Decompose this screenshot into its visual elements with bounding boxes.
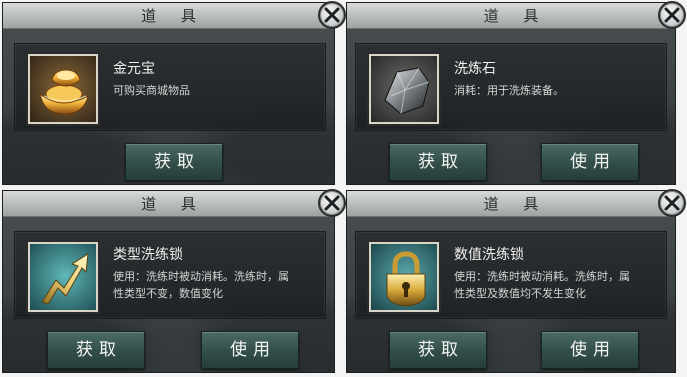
item-description-line: 性类型不变，数值变化 [113,287,223,300]
item-name: 金元宝 [113,61,155,77]
use-button[interactable]: 使用 [541,143,639,181]
item-info-box: 数值洗练锁 使用：洗练时被动消耗。洗练时，属 性类型及数值均不发生变化 [355,231,667,319]
item-icon-frame [28,242,98,312]
obtain-button[interactable]: 获取 [389,143,487,181]
item-info-box: 洗炼石 消耗：用于洗炼装备。 [355,43,667,131]
item-name: 洗炼石 [454,61,496,77]
item-description-line: 性类型及数值均不发生变化 [454,287,586,300]
refining-stone-icon [371,56,437,122]
item-info-box: 类型洗练锁 使用：洗练时被动消耗。洗练时，属 性类型不变，数值变化 [14,231,326,319]
item-name: 类型洗练锁 [113,247,183,263]
item-name: 数值洗练锁 [454,247,524,263]
item-description: 使用：洗练时被动消耗。洗练时，属 性类型及数值均不发生变化 [454,268,664,302]
panel-title: 道 具 [3,191,334,217]
item-description: 使用：洗练时被动消耗。洗练时，属 性类型不变，数值变化 [113,268,323,302]
item-panel-value-refine-lock: 道 具 数值洗练锁 使用：洗练时被动消耗。洗练时，属 性类型及数值均不发生变化 … [346,190,676,373]
gold-ingot-icon [30,56,96,122]
close-button[interactable] [658,1,686,29]
item-panel-type-refine-lock: 道 具 类型洗练锁 使用：洗练时被动消耗。洗练时，属 性类型不变，数值变化 获取… [2,190,335,373]
close-icon [324,195,340,211]
type-lock-arrow-icon [30,244,96,310]
item-icon-frame [28,54,98,124]
panel-title: 道 具 [3,3,334,29]
item-icon-frame [369,54,439,124]
obtain-button[interactable]: 获取 [47,331,145,369]
item-description: 可购买商城物品 [113,84,190,97]
close-button[interactable] [318,1,346,29]
item-info-box: 金元宝 可购买商城物品 [14,43,326,131]
item-panel-gold-ingot: 道 具 金元宝 可购买商城物品 获取 [2,2,335,185]
item-description: 消耗：用于洗炼装备。 [454,84,564,97]
item-icon-frame [369,242,439,312]
panel-title: 道 具 [347,191,675,217]
padlock-icon [371,244,437,310]
use-button[interactable]: 使用 [201,331,299,369]
use-button[interactable]: 使用 [541,331,639,369]
close-icon [664,7,680,23]
close-icon [664,195,680,211]
item-description-line: 使用：洗练时被动消耗。洗练时，属 [113,270,289,283]
close-icon [324,7,340,23]
obtain-button[interactable]: 获取 [389,331,487,369]
panel-title: 道 具 [347,3,675,29]
close-button[interactable] [318,189,346,217]
item-panel-refining-stone: 道 具 洗炼石 消耗：用于洗炼装备。 获取 使用 [346,2,676,185]
obtain-button[interactable]: 获取 [125,143,223,181]
item-description-line: 使用：洗练时被动消耗。洗练时，属 [454,270,630,283]
close-button[interactable] [658,189,686,217]
